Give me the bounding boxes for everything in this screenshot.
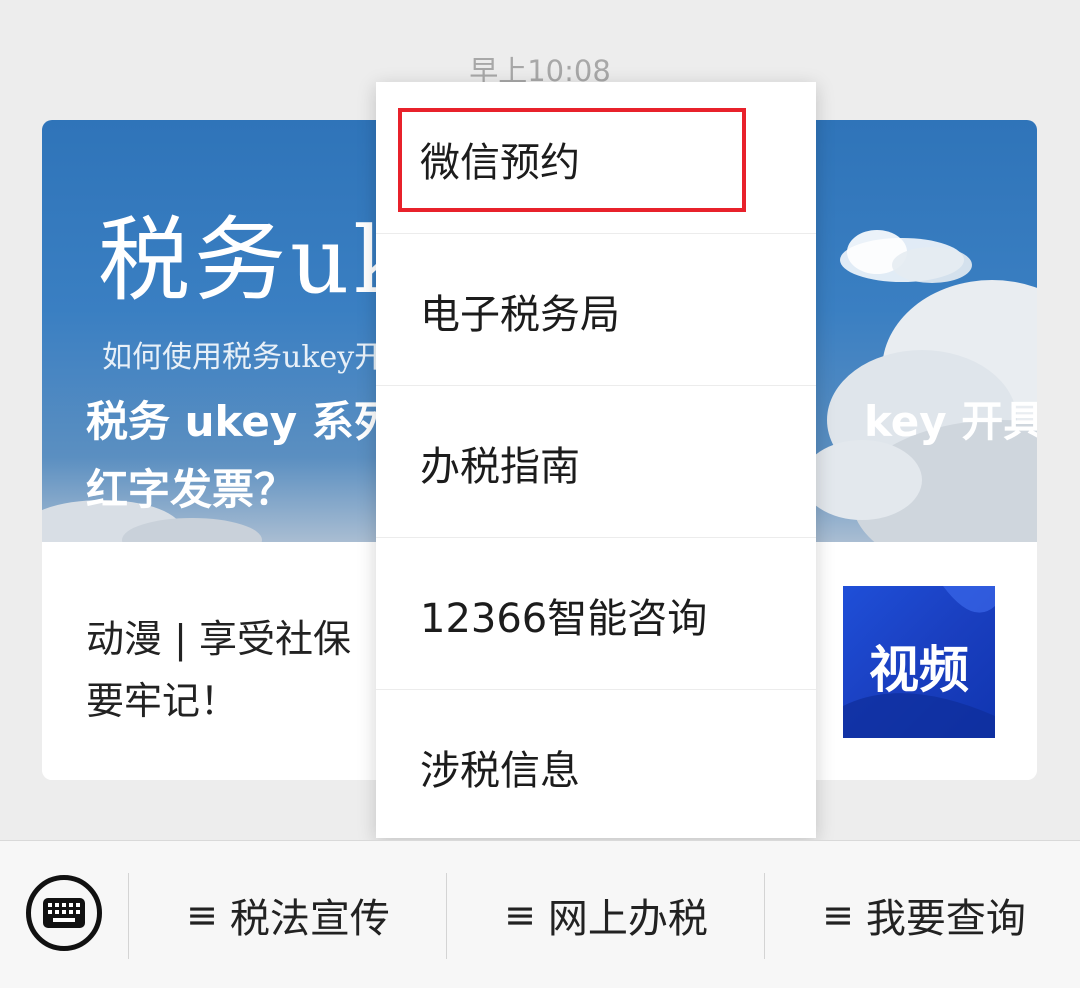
cover-title: 税务uk (98, 207, 414, 314)
keyboard-icon[interactable] (26, 875, 102, 951)
menu-divider (764, 873, 765, 959)
cover-subtitle: 如何使用税务ukey开 (102, 340, 385, 375)
menu-tab-label: 网上办税 (547, 896, 708, 942)
menu-item-label: 微信预约 (420, 140, 580, 186)
menu-tab-online-tax[interactable]: ≡ 网上办税 (448, 841, 764, 988)
menu-tab-label: 我要查询 (865, 896, 1026, 942)
menu-lines-icon: ≡ (504, 893, 536, 937)
menu-item-label: 12366智能咨询 (420, 596, 708, 642)
keyboard-glyph (43, 898, 85, 928)
menu-tab-label: 税法宣传 (229, 896, 390, 942)
menu-item-tax-info[interactable]: 涉税信息 (376, 690, 816, 842)
chat-screen: 早上10:08 税务uk 如何使用税务ukey开 税务 ukey 系列 key … (0, 0, 1080, 988)
menu-item-e-tax-bureau[interactable]: 电子税务局 (376, 234, 816, 386)
menu-item-tax-guide[interactable]: 办税指南 (376, 386, 816, 538)
headline-line1-right: key 开具 (864, 397, 1037, 446)
menu-lines-icon: ≡ (822, 893, 854, 937)
video-label: 视频 (869, 641, 969, 699)
official-account-menu-bar: ≡ 税法宣传 ≡ 网上办税 ≡ 我要查询 (0, 840, 1080, 988)
menu-lines-icon: ≡ (186, 893, 218, 937)
video-thumbnail[interactable]: 视频 (843, 586, 995, 738)
menu-item-label: 涉税信息 (420, 748, 580, 794)
menu-tab-tax-law-promotion[interactable]: ≡ 税法宣传 (130, 841, 446, 988)
submenu-popup: 微信预约 电子税务局 办税指南 12366智能咨询 涉税信息 (376, 82, 816, 838)
menu-divider (446, 873, 447, 959)
menu-divider (128, 873, 129, 959)
menu-tab-query[interactable]: ≡ 我要查询 (766, 841, 1080, 988)
menu-item-label: 办税指南 (420, 444, 580, 490)
menu-item-wechat-appointment[interactable]: 微信预约 (376, 82, 816, 234)
menu-item-label: 电子税务局 (420, 292, 620, 338)
menu-item-12366-consult[interactable]: 12366智能咨询 (376, 538, 816, 690)
